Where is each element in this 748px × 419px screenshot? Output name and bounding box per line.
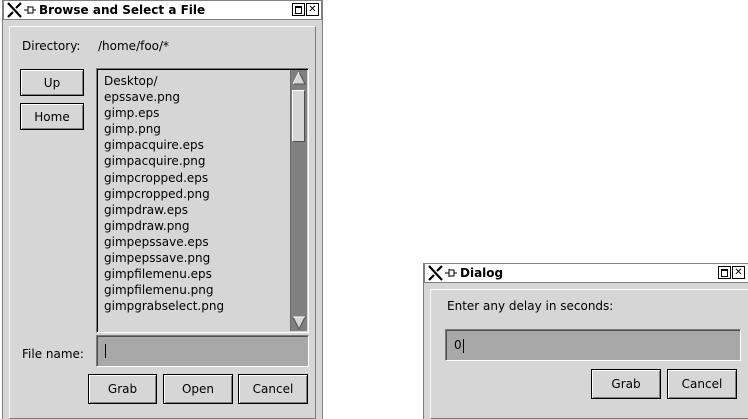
- browse-window-title: Browse and Select a File: [39, 3, 206, 17]
- dialog-client: Enter any delay in seconds: 0 Grab Cance…: [430, 289, 748, 419]
- x-logo-icon[interactable]: [7, 2, 23, 18]
- list-item[interactable]: gimpfilemenu.eps: [104, 266, 224, 282]
- cancel-button[interactable]: Cancel: [238, 374, 308, 404]
- list-item[interactable]: gimpcropped.eps: [104, 170, 224, 186]
- maximize-icon[interactable]: [718, 266, 731, 279]
- delay-input[interactable]: 0: [445, 329, 741, 361]
- list-item[interactable]: gimpfilemenu.png: [104, 282, 224, 298]
- file-list[interactable]: Desktop/ epssave.png gimp.eps gimp.png g…: [96, 68, 309, 333]
- list-item[interactable]: gimp.eps: [104, 105, 224, 121]
- close-icon[interactable]: ✕: [732, 266, 745, 279]
- filename-label: File name:: [22, 347, 84, 361]
- directory-label: Directory:: [22, 39, 81, 53]
- list-item[interactable]: gimpdraw.eps: [104, 202, 224, 218]
- dialog-titlebar[interactable]: Dialog ✕: [424, 263, 748, 283]
- scroll-up-arrow-icon[interactable]: [292, 71, 306, 85]
- delay-prompt: Enter any delay in seconds:: [447, 299, 614, 313]
- file-list-items: Desktop/ epssave.png gimp.eps gimp.png g…: [104, 73, 224, 314]
- grab-button[interactable]: Grab: [88, 374, 157, 404]
- browse-file-window: Browse and Select a File ✕ Directory: /h…: [2, 0, 323, 419]
- up-button[interactable]: Up: [20, 69, 84, 96]
- pin-icon[interactable]: [445, 268, 457, 278]
- list-item[interactable]: gimpdraw.png: [104, 218, 224, 234]
- browse-window-titlebar[interactable]: Browse and Select a File ✕: [3, 0, 322, 20]
- list-item[interactable]: Desktop/: [104, 73, 224, 89]
- delay-value: 0: [454, 338, 464, 353]
- maximize-icon[interactable]: [292, 3, 305, 16]
- home-button[interactable]: Home: [20, 103, 84, 130]
- dialog-title: Dialog: [460, 266, 504, 280]
- close-icon[interactable]: ✕: [306, 3, 319, 16]
- browse-window-client: Directory: /home/foo/* Up Home Desktop/ …: [9, 26, 316, 419]
- pin-icon[interactable]: [24, 5, 36, 15]
- dialog-grab-button[interactable]: Grab: [591, 369, 661, 399]
- delay-dialog-window: Dialog ✕ Enter any delay in seconds: 0 G…: [423, 263, 748, 419]
- list-item[interactable]: gimpcropped.png: [104, 186, 224, 202]
- list-item[interactable]: gimp.png: [104, 121, 224, 137]
- dialog-cancel-button[interactable]: Cancel: [667, 369, 737, 399]
- list-item[interactable]: gimpepssave.eps: [104, 234, 224, 250]
- open-button[interactable]: Open: [163, 374, 233, 404]
- list-item[interactable]: gimpacquire.eps: [104, 137, 224, 153]
- text-caret: [105, 344, 106, 358]
- list-item[interactable]: gimpgrabselect.png: [104, 298, 224, 314]
- list-item[interactable]: gimpepssave.png: [104, 250, 224, 266]
- scroll-down-arrow-icon[interactable]: [292, 316, 306, 330]
- x-logo-icon[interactable]: [428, 265, 444, 281]
- filename-input[interactable]: [96, 335, 309, 367]
- list-item[interactable]: gimpacquire.png: [104, 153, 224, 169]
- directory-value: /home/foo/*: [98, 39, 170, 53]
- text-caret: [462, 338, 464, 353]
- list-item[interactable]: epssave.png: [104, 89, 224, 105]
- scrollbar-thumb[interactable]: [292, 90, 305, 142]
- file-list-scrollbar[interactable]: [290, 70, 307, 331]
